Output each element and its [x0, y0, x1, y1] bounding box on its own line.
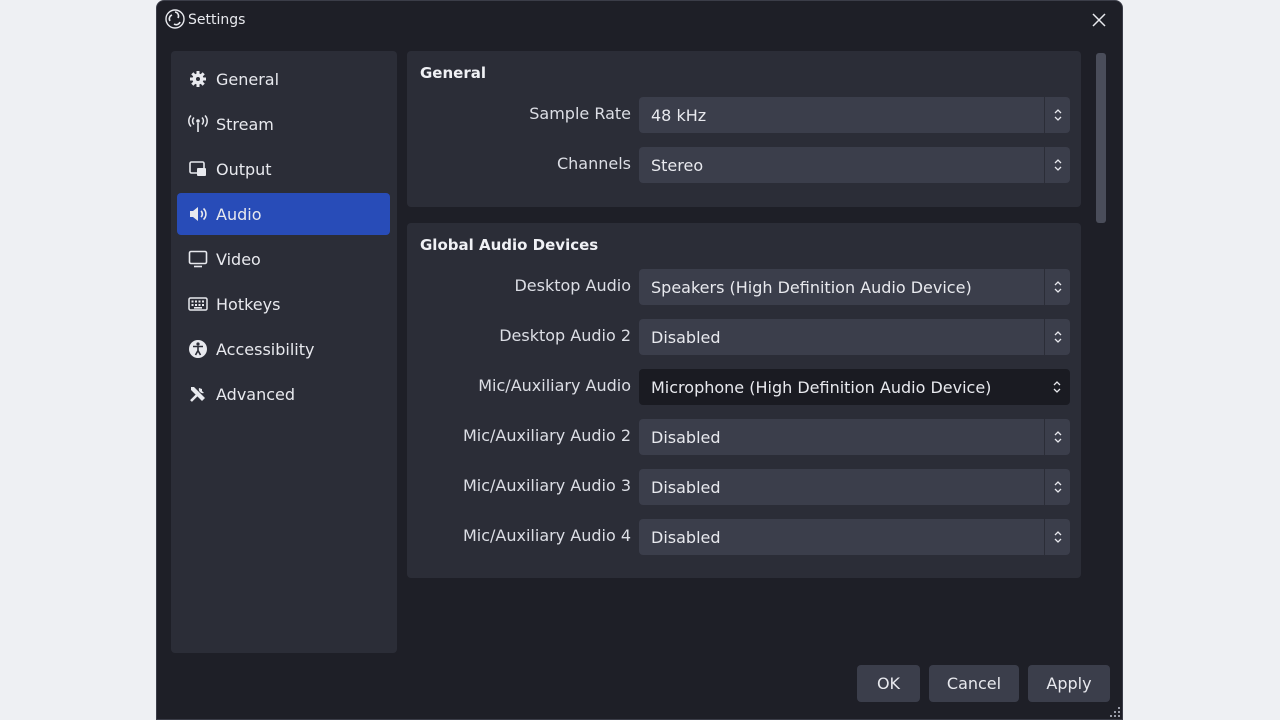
mic-aux-audio-3-label: Mic/Auxiliary Audio 3	[462, 476, 631, 495]
sidebar-item-video[interactable]: Video	[177, 238, 390, 280]
channels-select[interactable]: Stereo	[639, 147, 1070, 183]
sidebar-item-label: General	[216, 69, 280, 89]
sidebar-item-hotkeys[interactable]: Hotkeys	[177, 283, 390, 325]
gear-icon	[187, 68, 209, 90]
select-value: 48 kHz	[651, 106, 707, 125]
mic-aux-audio-3-select[interactable]: Disabled	[639, 469, 1070, 505]
sidebar-item-label: Stream	[216, 114, 274, 134]
close-icon	[1092, 13, 1106, 27]
mic-aux-audio-4-select[interactable]: Disabled	[639, 519, 1070, 555]
desktop-audio-select[interactable]: Speakers (High Definition Audio Device)	[639, 269, 1070, 305]
mic-aux-audio-2-label: Mic/Auxiliary Audio 2	[462, 426, 631, 445]
ok-button[interactable]: OK	[857, 665, 920, 702]
select-value: Stereo	[651, 156, 704, 175]
settings-window: Settings General Stream Output Audio Vid…	[156, 0, 1123, 720]
sidebar-item-label: Accessibility	[216, 339, 315, 359]
speaker-icon	[187, 203, 209, 225]
output-icon	[187, 158, 209, 180]
mic-aux-audio-label: Mic/Auxiliary Audio	[478, 376, 631, 395]
close-button[interactable]	[1086, 7, 1112, 33]
sidebar-item-label: Video	[216, 249, 261, 269]
select-value: Disabled	[651, 478, 721, 497]
channels-label: Channels	[556, 154, 631, 173]
sample-rate-select[interactable]: 48 kHz	[639, 97, 1070, 133]
monitor-icon	[187, 248, 209, 270]
group-title-general: General	[420, 64, 486, 82]
sidebar-item-stream[interactable]: Stream	[177, 103, 390, 145]
sidebar-item-label: Hotkeys	[216, 294, 281, 314]
desktop-audio-2-label: Desktop Audio 2	[499, 326, 631, 345]
updown-arrows-icon	[1044, 469, 1070, 505]
antenna-icon	[187, 113, 209, 135]
mic-aux-audio-2-select[interactable]: Disabled	[639, 419, 1070, 455]
apply-button[interactable]: Apply	[1028, 665, 1110, 702]
sidebar-item-accessibility[interactable]: Accessibility	[177, 328, 390, 370]
sidebar-item-general[interactable]: General	[177, 58, 390, 100]
sidebar-item-advanced[interactable]: Advanced	[177, 373, 390, 415]
select-value: Disabled	[651, 328, 721, 347]
mic-aux-audio-4-label: Mic/Auxiliary Audio 4	[462, 526, 631, 545]
updown-arrows-icon	[1044, 97, 1070, 133]
accessibility-icon	[187, 338, 209, 360]
resize-grip-icon[interactable]	[1110, 707, 1120, 717]
mic-aux-audio-select[interactable]: Microphone (High Definition Audio Device…	[639, 369, 1070, 405]
updown-arrows-icon	[1044, 369, 1070, 405]
updown-arrows-icon	[1044, 319, 1070, 355]
content-scrollbar[interactable]	[1096, 53, 1106, 223]
updown-arrows-icon	[1044, 419, 1070, 455]
group-title-global-audio: Global Audio Devices	[420, 236, 599, 254]
settings-content: General Sample Rate 48 kHz Channels Ster…	[407, 51, 1081, 651]
sidebar-item-label: Advanced	[216, 384, 296, 404]
select-value: Microphone (High Definition Audio Device…	[651, 378, 992, 397]
keyboard-icon	[187, 293, 209, 315]
cancel-button[interactable]: Cancel	[929, 665, 1019, 702]
sidebar-item-audio[interactable]: Audio	[177, 193, 390, 235]
desktop-audio-2-select[interactable]: Disabled	[639, 319, 1070, 355]
sidebar-item-label: Output	[216, 159, 272, 179]
title-bar[interactable]: Settings	[157, 1, 1122, 39]
sidebar-item-label: Audio	[216, 204, 262, 224]
general-group: General Sample Rate 48 kHz Channels Ster…	[407, 51, 1081, 207]
select-value: Speakers (High Definition Audio Device)	[651, 278, 972, 297]
desktop-audio-label: Desktop Audio	[514, 276, 631, 295]
updown-arrows-icon	[1044, 519, 1070, 555]
sidebar-item-output[interactable]: Output	[177, 148, 390, 190]
tools-icon	[187, 383, 209, 405]
obs-logo-icon	[165, 9, 185, 29]
settings-sidebar: General Stream Output Audio Video Hotkey…	[171, 51, 397, 653]
global-audio-devices-group: Global Audio Devices Desktop Audio Speak…	[407, 223, 1081, 578]
updown-arrows-icon	[1044, 269, 1070, 305]
select-value: Disabled	[651, 428, 721, 447]
select-value: Disabled	[651, 528, 721, 547]
window-title: Settings	[188, 12, 246, 28]
updown-arrows-icon	[1044, 147, 1070, 183]
sample-rate-label: Sample Rate	[529, 104, 631, 123]
